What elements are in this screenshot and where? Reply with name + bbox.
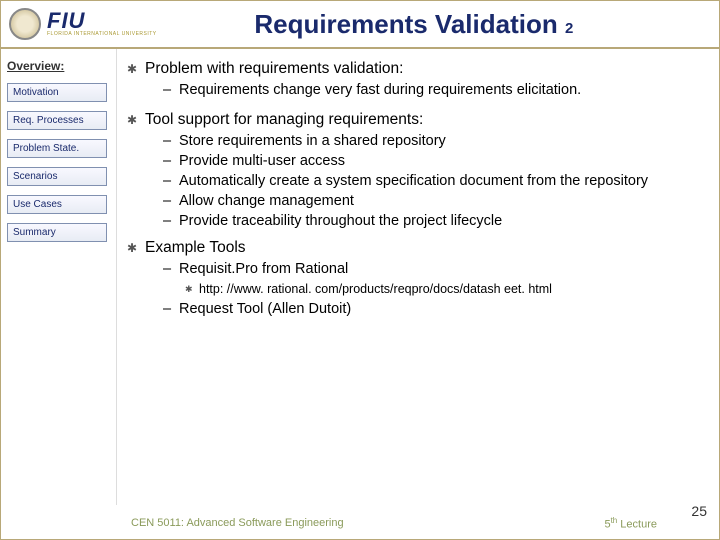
body: Overview: Motivation Req. Processes Prob… [1,49,719,505]
list-item: –Requirements change very fast during re… [163,81,701,100]
bullet-1-subs: –Requirements change very fast during re… [163,81,701,100]
page-number: 25 [691,503,707,519]
fiu-seal-icon [9,8,41,40]
bullet-3-subs-cont: – Request Tool (Allen Dutoit) [163,300,701,319]
fiu-wordmark: FIU [47,11,157,31]
bullet-1: ✱ Problem with requirements validation: [127,59,701,79]
sidebar-item-scenarios[interactable]: Scenarios [7,167,107,186]
sidebar-item-use-cases[interactable]: Use Cases [7,195,107,214]
sidebar-item-motivation[interactable]: Motivation [7,83,107,102]
header: FIU FLORIDA INTERNATIONAL UNIVERSITY Req… [1,1,719,49]
list-item: –Allow change management [163,192,701,211]
list-item: –Provide traceability throughout the pro… [163,212,701,231]
title-main: Requirements Validation [254,9,557,39]
footer-lecture: 5th Lecture [604,516,657,531]
star-icon: ✱ [127,110,145,129]
bullet-2-text: Tool support for managing requirements: [145,110,701,130]
sidebar: Overview: Motivation Req. Processes Prob… [1,49,117,505]
list-item: –Store requirements in a shared reposito… [163,132,701,151]
bullet-2: ✱ Tool support for managing requirements… [127,110,701,130]
fiu-logo-block: FIU FLORIDA INTERNATIONAL UNIVERSITY [47,11,157,37]
bullet-2-subs: –Store requirements in a shared reposito… [163,132,701,230]
bullet-1-text: Problem with requirements validation: [145,59,701,79]
list-item: –Provide multi-user access [163,152,701,171]
title-number: 2 [565,20,573,37]
fiu-subtitle: FLORIDA INTERNATIONAL UNIVERSITY [47,31,157,37]
list-item: – Requisit.Pro from Rational [163,260,701,279]
star-icon: ✱ [185,281,199,297]
footer-course: CEN 5011: Advanced Software Engineering [131,517,604,529]
sidebar-item-summary[interactable]: Summary [7,223,107,242]
list-item: –Automatically create a system specifica… [163,172,701,191]
star-icon: ✱ [127,238,145,257]
sidebar-heading: Overview: [7,59,110,73]
sub-sub-item: ✱ http: //www. rational. com/products/re… [185,281,701,297]
footer: CEN 5011: Advanced Software Engineering … [1,513,719,533]
bullet-3: ✱ Example Tools [127,238,701,258]
list-item: – Request Tool (Allen Dutoit) [163,300,701,319]
sidebar-item-problem-state[interactable]: Problem State. [7,139,107,158]
bullet-3-text: Example Tools [145,238,701,258]
content: ✱ Problem with requirements validation: … [117,49,719,505]
url-text: http: //www. rational. com/products/reqp… [199,281,552,297]
bullet-3-subs: – Requisit.Pro from Rational [163,260,701,279]
sidebar-item-req-processes[interactable]: Req. Processes [7,111,107,130]
slide-title: Requirements Validation 2 [157,9,711,40]
star-icon: ✱ [127,59,145,78]
